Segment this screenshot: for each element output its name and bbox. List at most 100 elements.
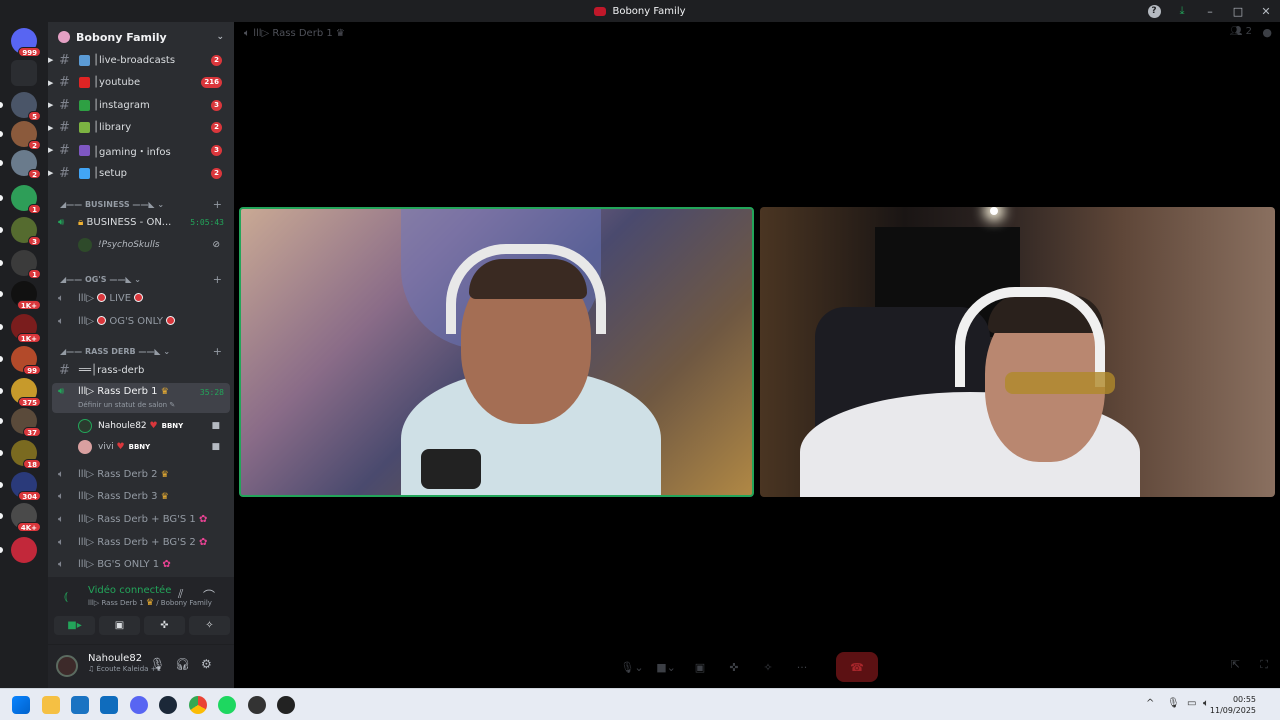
- voice-channel-business[interactable]: 🔊︎ 🔒︎ BUSINESS - ON... 5:05:43: [52, 212, 230, 232]
- app-icon-2[interactable]: [277, 696, 295, 714]
- file-explorer-icon[interactable]: [42, 696, 60, 714]
- text-channel-item[interactable]: ▶ # │library 2: [48, 118, 234, 138]
- voice-channel-ogs-only[interactable]: 🔈︎ lll▷ OG'S ONLY: [52, 311, 230, 331]
- server-icon-server-4[interactable]: 2: [11, 150, 41, 179]
- tray-microphone-icon[interactable]: 🎙︎: [1167, 698, 1180, 709]
- set-status-hint[interactable]: Définir un statut de salon ✎: [78, 401, 175, 409]
- active-voice-channel[interactable]: 🔊︎ lll▷ Rass Derb 1 ♛ 35:28 Définir un s…: [52, 383, 230, 413]
- voice-channel-live[interactable]: 🔈︎ lll▷ LIVE: [52, 288, 230, 308]
- server-icon-server-13[interactable]: 18: [11, 440, 41, 469]
- headset-icon[interactable]: 🎧︎: [175, 657, 190, 671]
- server-icon-inbox[interactable]: [11, 60, 37, 86]
- server-icon-server-12[interactable]: 37: [11, 408, 41, 437]
- text-channel-item[interactable]: ▶ # │youtube 216: [48, 73, 234, 93]
- mention-badge: 4K+: [16, 522, 41, 532]
- text-channel-item[interactable]: ▶ # │live-broadcasts 2: [48, 50, 234, 70]
- voice-member[interactable]: vivi ♥ BBNY ■: [76, 437, 226, 457]
- server-icon-server-11[interactable]: 375: [11, 378, 41, 407]
- voice-channel-item[interactable]: 🔈︎ lll▷ Rass Derb 3 ♛: [52, 487, 230, 507]
- soundboard-button[interactable]: ✧: [189, 616, 230, 635]
- text-channel-item[interactable]: ▶ # │instagram 3: [48, 95, 234, 115]
- hash-icon: #: [59, 142, 70, 158]
- voice-channel-label: lll▷ LIVE: [78, 292, 144, 304]
- avatar: [78, 238, 92, 252]
- channel-emoji-icon: [79, 99, 90, 111]
- spotify-icon[interactable]: [218, 696, 236, 714]
- help-button[interactable]: ?: [1140, 0, 1168, 22]
- server-icon-direct-messages[interactable]: 999: [11, 28, 41, 57]
- voice-channel-item[interactable]: 🔈︎ lll▷ Rass Derb + BG'S 2 ✿: [52, 532, 230, 552]
- server-icon-server-7[interactable]: 1: [11, 250, 41, 279]
- category-ogs[interactable]: ◢—— OG'S ——◣ ⌄ +: [60, 272, 230, 286]
- app-icon[interactable]: [248, 696, 266, 714]
- video-tile-speaking[interactable]: [239, 207, 754, 497]
- server-icon-server-6[interactable]: 3: [11, 217, 41, 246]
- download-button[interactable]: ⤓: [1168, 0, 1196, 22]
- add-channel-icon[interactable]: +: [213, 198, 222, 211]
- category-rass-derb[interactable]: ◢—— RASS DERB ——◣ ⌄ +: [60, 344, 230, 358]
- text-channel-item[interactable]: ▶ # │setup 2: [48, 163, 234, 183]
- chat-icon[interactable]: ●: [1262, 26, 1272, 39]
- settings-gear-icon[interactable]: ⚙: [201, 657, 212, 671]
- screen-share-button[interactable]: ▣: [99, 616, 140, 635]
- store-icon[interactable]: [71, 696, 89, 714]
- participants-count[interactable]: 👥︎ 2: [1230, 26, 1252, 37]
- mute-button[interactable]: 🎙︎⌄: [618, 654, 646, 680]
- maximize-button[interactable]: □: [1224, 0, 1252, 22]
- screen-share-button[interactable]: ▣: [686, 654, 714, 680]
- voice-member[interactable]: Nahoule82 ♥ BBNY ■: [76, 416, 226, 436]
- add-channel-icon[interactable]: +: [213, 273, 222, 286]
- avatar[interactable]: [56, 655, 78, 677]
- video-tile[interactable]: [760, 207, 1275, 497]
- server-icon-server-14[interactable]: 304: [11, 472, 41, 501]
- camera-toggle-button[interactable]: ■⌄: [652, 654, 680, 680]
- microphone-icon[interactable]: 🎙︎: [150, 657, 165, 671]
- hang-up-button[interactable]: ☎: [836, 652, 878, 682]
- voice-channel-item[interactable]: 🔈︎ lll▷ Rass Derb 2 ♛: [52, 464, 230, 484]
- stage-channel-name: lll▷ Rass Derb 1 ♛: [253, 28, 345, 39]
- camera-button[interactable]: ■▸: [54, 616, 95, 635]
- channel-label: ══│rass-derb: [79, 364, 145, 376]
- voice-location[interactable]: lll▷ Rass Derb 1 ♛ / Bobony Family: [88, 598, 212, 608]
- mention-badge: 37: [23, 427, 41, 437]
- close-button[interactable]: ✕: [1252, 0, 1280, 22]
- discord-taskbar-icon[interactable]: [130, 696, 148, 714]
- voice-channel-item[interactable]: 🔈︎ lll▷ Rass Derb + BG'S 1 ✿: [52, 509, 230, 529]
- soundboard-button[interactable]: ✧: [754, 654, 782, 680]
- outlook-icon[interactable]: [100, 696, 118, 714]
- voice-channel-item[interactable]: 🔈︎ lll▷ BG'S ONLY 1 ✿: [52, 555, 230, 575]
- system-clock[interactable]: 00:55 11/09/2025: [1210, 694, 1256, 716]
- guild-header[interactable]: Bobony Family ⌄: [48, 22, 234, 52]
- server-icon-server-5[interactable]: 1: [11, 185, 41, 214]
- server-icon-server-8[interactable]: 1K+: [11, 281, 41, 310]
- server-icon-server-15[interactable]: 4K+: [11, 503, 41, 532]
- server-icon-server-3[interactable]: 2: [11, 121, 41, 150]
- voice-member[interactable]: !PsychoSkulls ⊘: [76, 235, 226, 255]
- mention-badge: 18: [23, 459, 41, 469]
- server-icon-server-10[interactable]: 99: [11, 346, 41, 375]
- network-icon[interactable]: ▭: [1187, 698, 1196, 709]
- tray-chevron-icon[interactable]: ^: [1146, 698, 1154, 709]
- disconnect-icon[interactable]: ⌒: [203, 587, 215, 604]
- windows-start-icon[interactable]: [12, 696, 30, 714]
- volume-icon[interactable]: 🔈︎: [1203, 698, 1209, 709]
- mention-badge: 2: [28, 169, 41, 179]
- fullscreen-icon[interactable]: ⛶: [1260, 658, 1268, 672]
- more-button[interactable]: ···: [788, 654, 816, 680]
- server-icon-server-9[interactable]: 1K+: [11, 314, 41, 343]
- text-channel-rass-derb[interactable]: # ══│rass-derb: [48, 360, 234, 380]
- category-business[interactable]: ◢—— BUSINESS ——◣ ⌄ +: [60, 197, 230, 211]
- add-channel-icon[interactable]: +: [213, 345, 222, 358]
- text-channel-item[interactable]: ▶ # │gaming・infos 3: [48, 140, 234, 160]
- popout-icon[interactable]: ⇱: [1231, 658, 1240, 671]
- voice-status: Vidéo connectée: [88, 585, 172, 596]
- minimize-button[interactable]: –: [1196, 0, 1224, 22]
- steam-icon[interactable]: [159, 696, 177, 714]
- chrome-icon[interactable]: [189, 696, 207, 714]
- unread-indicator: [0, 547, 3, 553]
- activity-button[interactable]: ✜: [144, 616, 185, 635]
- noise-suppression-icon[interactable]: ⫽: [178, 587, 183, 602]
- server-icon-server-16[interactable]: [11, 537, 37, 563]
- server-icon-server-2[interactable]: 5: [11, 92, 41, 121]
- activity-button[interactable]: ✜: [720, 654, 748, 680]
